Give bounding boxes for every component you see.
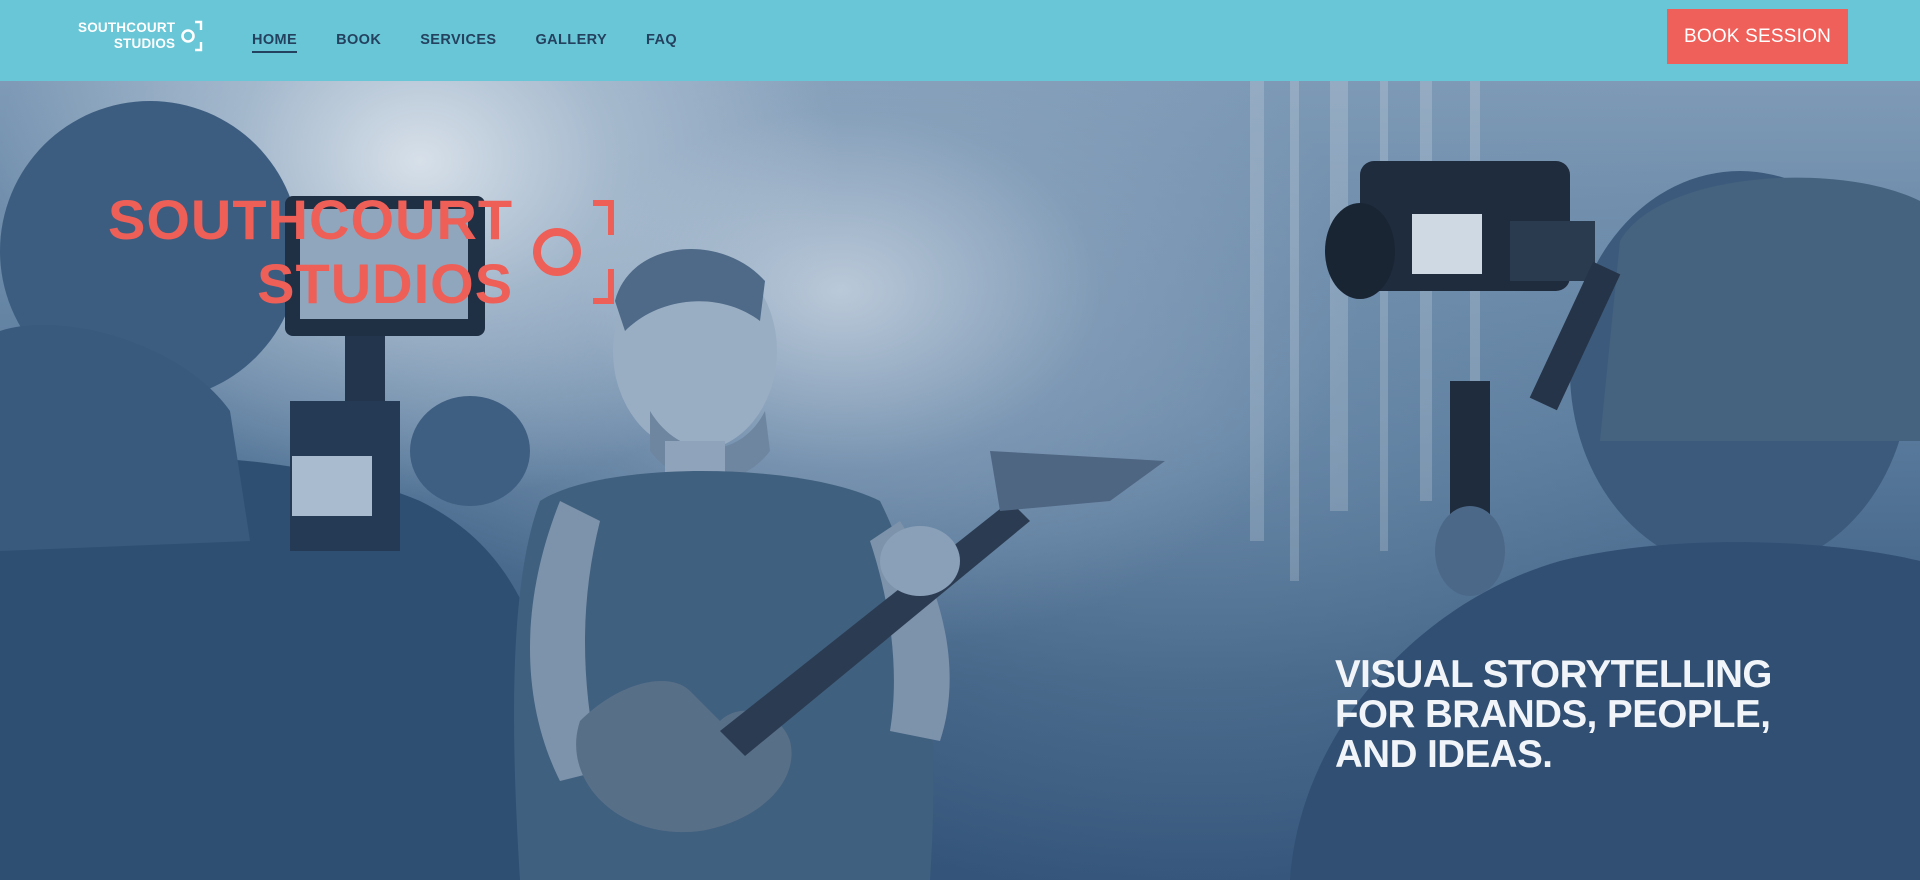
main-nav: HOME BOOK SERVICES GALLERY FAQ: [252, 0, 677, 81]
nav-item-home[interactable]: HOME: [252, 32, 298, 53]
hero-logo-mark-icon: [533, 200, 615, 304]
logo-mark-icon: [181, 20, 203, 52]
header-logo-text: SOUTHCOURT STUDIOS: [78, 20, 175, 52]
hero-logo: SOUTHCOURT STUDIOS: [108, 188, 617, 316]
tagline-line-1: VISUAL STORYTELLING: [1335, 653, 1772, 696]
header-logo-line2: STUDIOS: [113, 36, 176, 51]
hero-tagline: VISUAL STORYTELLING FOR BRANDS, PEOPLE, …: [1335, 655, 1855, 775]
nav-item-services[interactable]: SERVICES: [420, 32, 496, 53]
header-logo[interactable]: SOUTHCOURT STUDIOS: [78, 20, 203, 52]
book-session-button[interactable]: BOOK SESSION: [1667, 9, 1848, 64]
hero-logo-text: SOUTHCOURT STUDIOS: [108, 188, 513, 316]
curtain-streaks: [1250, 81, 1480, 581]
tagline-line-3: AND IDEAS.: [1335, 733, 1553, 776]
hero-logo-line1: SOUTHCOURT: [108, 188, 514, 251]
site-header: SOUTHCOURT STUDIOS HOME BOOK SERVICES GA…: [0, 0, 1920, 81]
hero-section: SOUTHCOURT STUDIOS VISUAL STORYTELLING F…: [0, 81, 1920, 880]
tagline-line-2: FOR BRANDS, PEOPLE,: [1335, 693, 1771, 736]
nav-item-faq[interactable]: FAQ: [646, 32, 677, 53]
hero-logo-line2: STUDIOS: [257, 252, 514, 315]
nav-item-gallery[interactable]: GALLERY: [536, 32, 608, 53]
header-logo-line1: SOUTHCOURT: [78, 20, 176, 35]
nav-item-book[interactable]: BOOK: [336, 32, 381, 53]
